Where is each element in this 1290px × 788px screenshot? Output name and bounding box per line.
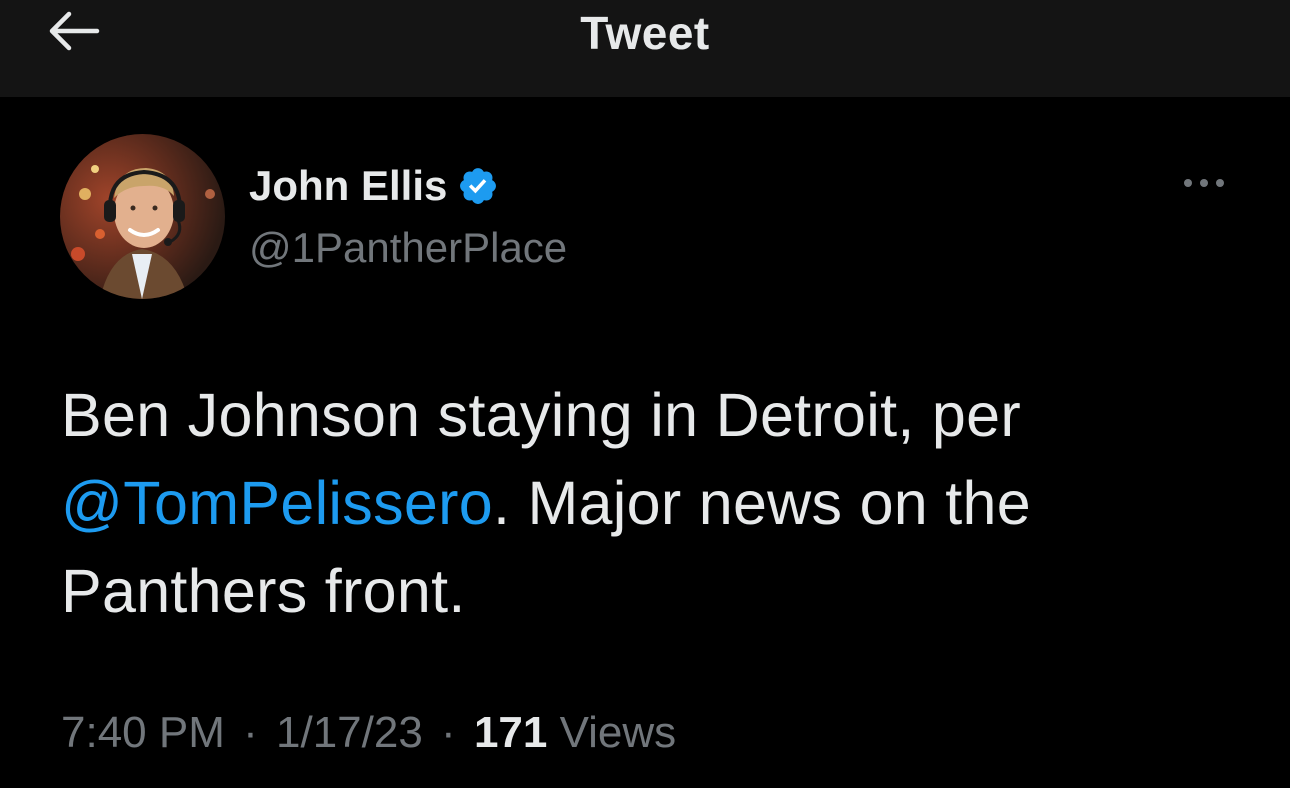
author-display-name: John Ellis bbox=[249, 162, 448, 209]
top-bar: Tweet bbox=[0, 0, 1290, 97]
tweet-metadata: 7:40 PM · 1/17/23 · 171 Views bbox=[61, 708, 676, 758]
author-handle[interactable]: @1PantherPlace bbox=[249, 224, 567, 272]
tweet-text: Ben Johnson staying in Detroit, per @Tom… bbox=[61, 371, 1241, 635]
views-label: Views bbox=[559, 708, 677, 757]
mention-link[interactable]: @TomPelissero bbox=[61, 469, 493, 537]
more-options-icon bbox=[1182, 176, 1226, 194]
author-name[interactable]: John Ellis bbox=[249, 162, 499, 210]
separator: · bbox=[441, 708, 456, 757]
more-options-button[interactable] bbox=[1176, 168, 1232, 202]
tweet-date[interactable]: 1/17/23 bbox=[276, 708, 423, 757]
tweet-time[interactable]: 7:40 PM bbox=[61, 708, 225, 757]
avatar[interactable] bbox=[60, 134, 225, 299]
tweet-text-part: Ben Johnson staying in Detroit, per bbox=[61, 381, 1021, 449]
page-title: Tweet bbox=[580, 7, 710, 59]
views-count[interactable]: 171 bbox=[474, 708, 547, 757]
verified-badge-icon bbox=[457, 165, 499, 207]
separator: · bbox=[243, 708, 258, 757]
